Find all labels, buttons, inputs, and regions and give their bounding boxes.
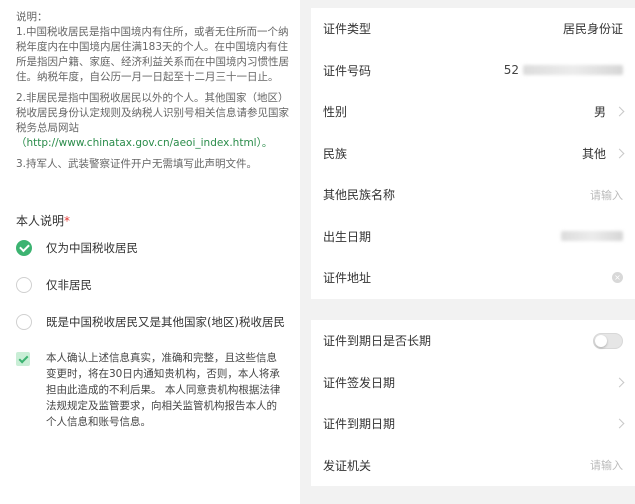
id-number-row[interactable]: 证件号码 52 [311, 50, 635, 92]
chevron-right-icon [614, 418, 625, 429]
expiry-date-row[interactable]: 证件到期日期 [311, 403, 635, 445]
declaration-title: 本人说明* [16, 212, 70, 229]
gender-label: 性别 [323, 105, 348, 120]
radio-option-non-resident[interactable]: 仅非居民 [16, 277, 92, 293]
explanation-item-2: 2.非居民是指中国税收居民以外的个人。其他国家（地区）税收居民身份认定规则及纳税… [16, 91, 292, 151]
radio-unchecked-icon[interactable] [16, 314, 32, 330]
issue-date-row[interactable]: 证件签发日期 [311, 362, 635, 404]
id-number-label: 证件号码 [323, 63, 372, 78]
other-ethnicity-input[interactable]: 请输入 [590, 187, 623, 203]
ethnicity-value: 其他 [581, 146, 606, 161]
explanation-item-3: 3.持军人、武装警察证件开户无需填写此声明文件。 [16, 158, 258, 170]
other-ethnicity-row[interactable]: 其他民族名称 请输入 [311, 174, 635, 216]
other-ethnicity-label: 其他民族名称 [323, 188, 396, 203]
gender-row[interactable]: 性别 男 [311, 91, 635, 133]
radio-option-both-resident[interactable]: 既是中国税收居民又是其他国家(地区)税收居民 [16, 314, 285, 330]
issuer-input[interactable]: 请输入 [590, 457, 623, 473]
declaration-title-text: 本人说明 [16, 214, 65, 228]
id-number-masked [523, 65, 623, 76]
confirm-checkbox-icon[interactable] [16, 352, 30, 366]
chevron-right-icon [614, 377, 625, 388]
declaration-panel: 说明： 1.中国税收居民是指中国境内有住所，或者无住所而一个纳税年度内在中国境内… [0, 0, 300, 504]
explanation-item-1: 1.中国税收居民是指中国境内有住所，或者无住所而一个纳税年度内在中国境内居住满1… [16, 26, 289, 83]
radio-option-label: 仅为中国税收居民 [46, 241, 138, 255]
issuer-row[interactable]: 发证机关 请输入 [311, 445, 635, 487]
chinatax-link[interactable]: （http://www.chinatax.gov.cn/aeoi_index.h… [16, 137, 272, 149]
id-validity-form: 证件到期日是否长期 证件签发日期 证件到期日期 发证机关 请输入 [311, 320, 635, 486]
id-info-form: 证件类型 居民身份证 证件号码 52 性别 男 民族 其他 其他民族名称 请输入… [311, 8, 635, 299]
expiry-date-label: 证件到期日期 [323, 417, 396, 432]
id-info-panel: 证件类型 居民身份证 证件号码 52 性别 男 民族 其他 其他民族名称 请输入… [311, 0, 635, 504]
ethnicity-row[interactable]: 民族 其他 [311, 133, 635, 175]
radio-checked-icon[interactable] [16, 240, 32, 256]
explanation-item-2-text: 2.非居民是指中国税收居民以外的个人。其他国家（地区）税收居民身份认定规则及纳税… [16, 92, 289, 134]
long-term-label: 证件到期日是否长期 [323, 334, 432, 349]
clear-icon[interactable]: × [612, 272, 623, 284]
issuer-label: 发证机关 [323, 458, 372, 473]
issue-date-label: 证件签发日期 [323, 375, 396, 390]
radio-option-china-resident[interactable]: 仅为中国税收居民 [16, 240, 138, 256]
ethnicity-label: 民族 [323, 146, 348, 161]
explanation-text: 说明： 1.中国税收居民是指中国境内有住所，或者无住所而一个纳税年度内在中国境内… [16, 10, 292, 178]
id-type-label: 证件类型 [323, 22, 372, 37]
id-address-label: 证件地址 [323, 271, 372, 286]
id-type-value: 居民身份证 [562, 22, 623, 37]
radio-option-label: 既是中国税收居民又是其他国家(地区)税收居民 [46, 315, 285, 329]
birth-date-row[interactable]: 出生日期 [311, 216, 635, 258]
radio-option-label: 仅非居民 [46, 278, 92, 292]
explanation-heading: 说明： [16, 11, 48, 23]
id-number-prefix: 52 [503, 63, 519, 78]
chevron-right-icon [614, 106, 625, 117]
birth-date-masked [561, 231, 623, 242]
required-mark: * [64, 214, 71, 228]
id-address-row[interactable]: 证件地址 × [311, 257, 635, 299]
birth-date-label: 出生日期 [323, 229, 372, 244]
chevron-right-icon [614, 148, 625, 159]
confirm-statement[interactable]: 本人确认上述信息真实，准确和完整，且这些信息变更时，将在30日内通知贵机构，否则… [16, 350, 286, 430]
id-type-row[interactable]: 证件类型 居民身份证 [311, 8, 635, 50]
long-term-toggle[interactable] [593, 332, 623, 349]
long-term-row: 证件到期日是否长期 [311, 320, 635, 362]
radio-unchecked-icon[interactable] [16, 277, 32, 293]
confirm-text: 本人确认上述信息真实，准确和完整，且这些信息变更时，将在30日内通知贵机构，否则… [46, 352, 281, 428]
gender-value: 男 [593, 105, 606, 120]
